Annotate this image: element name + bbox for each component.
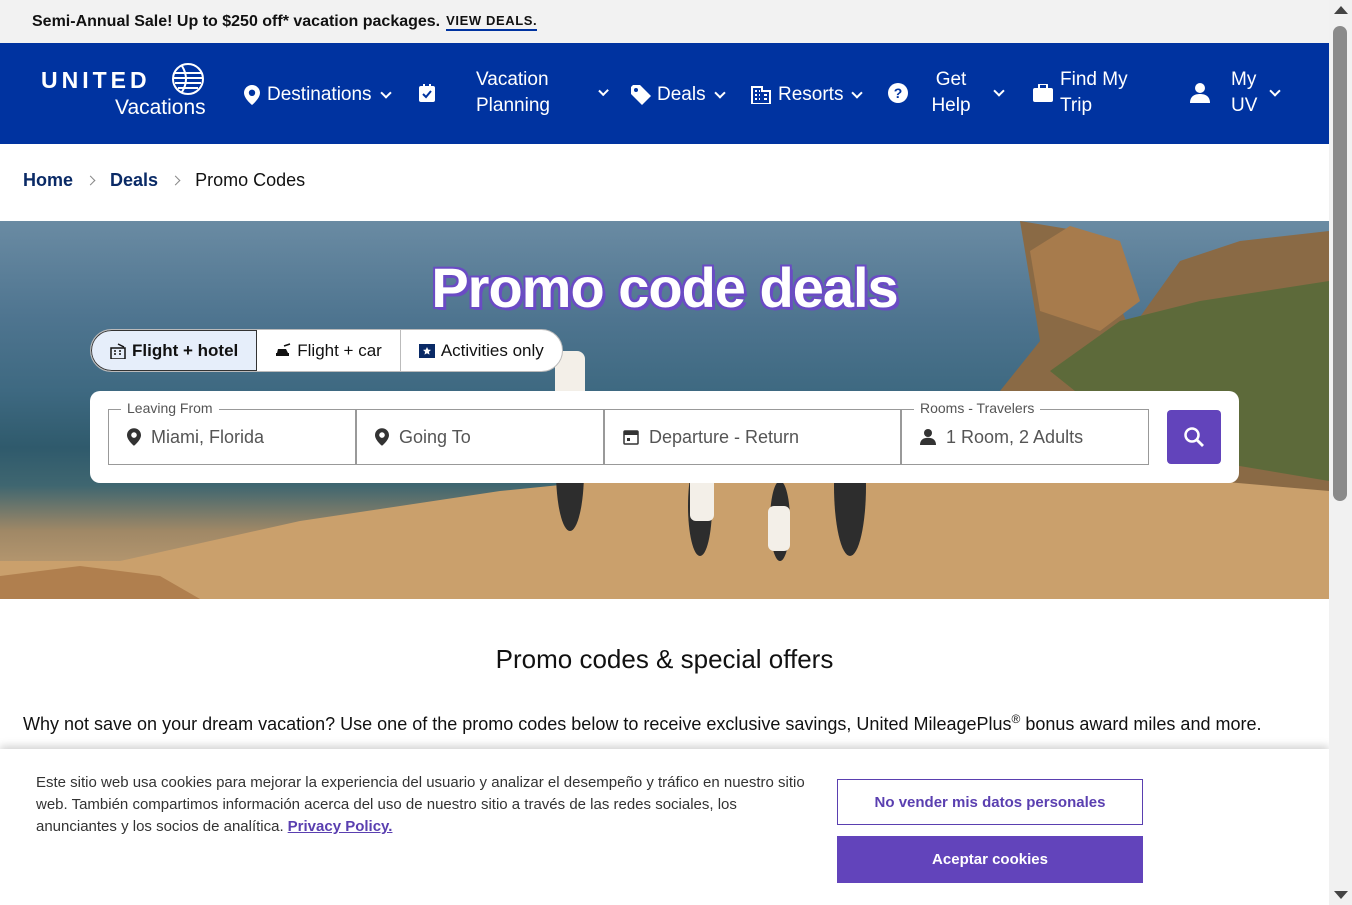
flight-hotel-icon: [110, 342, 126, 359]
section-title: Promo codes & special offers: [495, 644, 834, 674]
intro-paragraph: Why not save on your dream vacation? Use…: [23, 705, 1313, 738]
scrollbar-thumb[interactable]: [1333, 26, 1347, 501]
globe-logo-icon: [172, 63, 204, 95]
breadcrumb-deals-link[interactable]: Deals: [110, 170, 158, 191]
svg-text:?: ?: [894, 85, 903, 101]
privacy-policy-link[interactable]: Privacy Policy.: [288, 818, 393, 835]
promo-text: Semi-Annual Sale! Up to $250 off* vacati…: [32, 12, 441, 30]
do-not-sell-button[interactable]: No vender mis datos personales: [837, 779, 1143, 825]
flight-car-icon: [275, 342, 291, 359]
going-to-placeholder: Going To: [399, 426, 471, 447]
hero-banner: Promo code deals Flight + hotel Flight +…: [0, 221, 1329, 599]
accept-cookies-button[interactable]: Aceptar cookies: [837, 836, 1143, 883]
breadcrumb-home-link[interactable]: Home: [23, 170, 73, 191]
chevron-down-icon: [713, 86, 726, 99]
nav-my-uv-label: My UV: [1231, 69, 1258, 116]
cookie-banner: Este sitio web usa cookies para mejorar …: [0, 749, 1329, 905]
chevron-down-icon: [851, 86, 864, 99]
promo-banner: Semi-Annual Sale! Up to $250 off* vacati…: [0, 0, 1329, 43]
leaving-from-field[interactable]: Leaving From Miami, Florida: [108, 400, 356, 465]
checklist-icon: [417, 82, 437, 104]
cookie-text: Este sitio web usa cookies para mejorar …: [36, 772, 806, 838]
chevron-down-icon: [597, 85, 609, 96]
briefcase-icon: [1032, 82, 1054, 104]
user-icon: [1189, 82, 1211, 104]
tab-flight-hotel-label: Flight + hotel: [132, 340, 239, 360]
leaving-from-value: Miami, Florida: [151, 426, 265, 447]
chevron-down-icon: [379, 86, 392, 99]
building-icon: [750, 84, 772, 106]
search-panel: Leaving From Miami, Florida Going To Dep…: [90, 391, 1239, 483]
help-icon: ?: [887, 82, 909, 104]
nav-resorts-label: Resorts: [778, 84, 844, 105]
cookie-message: Este sitio web usa cookies para mejorar …: [36, 774, 805, 835]
nav-find-my-trip[interactable]: Find My Trip: [1032, 67, 1135, 119]
calendar-icon: [623, 429, 639, 445]
scroll-down-arrow-icon[interactable]: [1334, 891, 1348, 899]
intro-text: Why not save on your dream vacation? Use…: [23, 714, 1012, 734]
scroll-up-arrow-icon[interactable]: [1334, 6, 1348, 14]
chevron-right-icon: [85, 175, 96, 186]
map-pin-icon: [375, 428, 389, 446]
logo-brand-text: UNITED: [41, 67, 151, 93]
rooms-travelers-label: Rooms - Travelers: [914, 400, 1041, 416]
tab-activities-only[interactable]: Activities only: [401, 330, 562, 371]
tab-flight-car-label: Flight + car: [297, 340, 382, 360]
ticket-icon: [418, 343, 435, 358]
map-pin-icon: [241, 84, 263, 106]
nav-destinations[interactable]: Destinations: [241, 82, 392, 108]
tab-flight-hotel[interactable]: Flight + hotel: [91, 330, 258, 371]
tab-flight-car[interactable]: Flight + car: [257, 330, 401, 371]
view-deals-link[interactable]: VIEW DEALS.: [446, 13, 538, 31]
search-button[interactable]: [1167, 410, 1221, 464]
going-to-field[interactable]: Going To: [356, 409, 604, 465]
nav-find-my-trip-label: Find My Trip: [1060, 69, 1128, 116]
nav-get-help[interactable]: ? Get Help: [887, 67, 1005, 119]
tag-icon: [630, 84, 652, 106]
rooms-travelers-field[interactable]: Rooms - Travelers 1 Room, 2 Adults: [901, 400, 1149, 465]
nav-vacation-planning[interactable]: Vacation Planning: [417, 67, 609, 119]
search-icon: [1184, 427, 1204, 447]
main-navigation: UNITED Vacations Destinations Vacation P…: [0, 43, 1329, 144]
dates-placeholder: Departure - Return: [649, 426, 800, 447]
intro-text-end: bonus award miles and more.: [1020, 714, 1262, 734]
booking-type-tabs: Flight + hotel Flight + car Activities o…: [90, 329, 563, 372]
tab-activities-only-label: Activities only: [440, 340, 544, 360]
dates-field[interactable]: Departure - Return: [604, 409, 901, 465]
nav-vacation-planning-label: Vacation Planning: [476, 69, 550, 116]
nav-deals-label: Deals: [657, 84, 706, 105]
united-vacations-logo[interactable]: UNITED Vacations: [41, 63, 206, 123]
nav-deals[interactable]: Deals: [630, 82, 726, 108]
logo-sub-text: Vacations: [115, 96, 206, 119]
nav-my-uv[interactable]: My UV: [1189, 67, 1281, 119]
breadcrumb: Home Deals Promo Codes: [23, 170, 305, 191]
nav-destinations-label: Destinations: [267, 84, 372, 105]
breadcrumb-current: Promo Codes: [195, 170, 306, 190]
rooms-travelers-value: 1 Room, 2 Adults: [946, 426, 1084, 447]
scrollbar[interactable]: [1329, 0, 1352, 905]
hero-title: Promo code deals: [431, 256, 898, 319]
leaving-from-label: Leaving From: [121, 400, 219, 416]
nav-get-help-label: Get Help: [931, 69, 971, 116]
chevron-down-icon: [1269, 84, 1281, 97]
nav-resorts[interactable]: Resorts: [750, 82, 864, 108]
chevron-down-icon: [993, 84, 1005, 97]
person-icon: [920, 429, 936, 445]
map-pin-icon: [127, 428, 141, 446]
chevron-right-icon: [170, 175, 181, 186]
